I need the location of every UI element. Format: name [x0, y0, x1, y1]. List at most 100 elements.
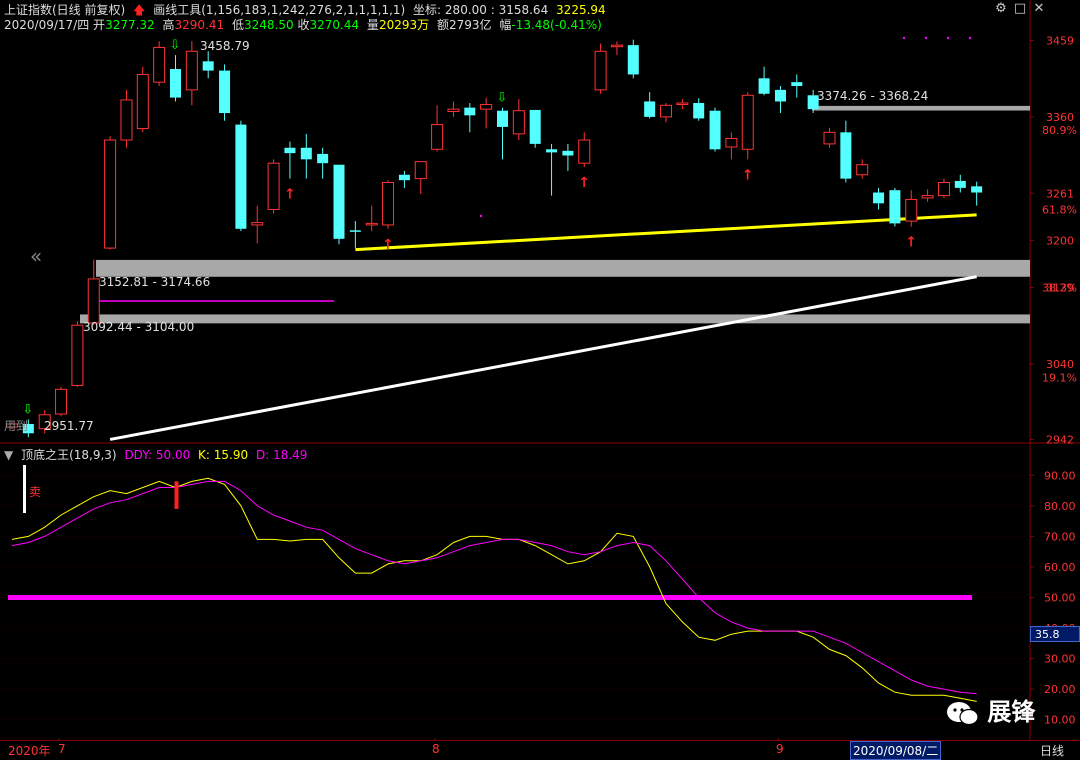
- year-label: 2020年: [8, 744, 51, 758]
- magenta-dot: [902, 36, 906, 40]
- support-band: [812, 105, 1030, 111]
- candle-body-up: [120, 99, 133, 141]
- ind-y-tick-label: 20.00: [1044, 683, 1076, 696]
- candle-body-down: [627, 45, 639, 75]
- d-value: D: 18.49: [255, 448, 308, 462]
- k-line: [11, 477, 977, 702]
- ddy-value: DDY: 50.00: [124, 448, 191, 462]
- y-tick-label: 3261: [1046, 187, 1074, 200]
- indicator-name[interactable]: 顶底之王: [21, 448, 69, 462]
- current-value-box: 35.8: [1030, 626, 1080, 642]
- candle-body-down: [840, 132, 852, 179]
- k-value: K: 15.90: [198, 448, 249, 462]
- watermark: 展锋: [945, 692, 1035, 727]
- y-tick-label: 2942: [1046, 433, 1074, 446]
- magenta-dot: [924, 36, 928, 40]
- y-tick-label: 3459: [1046, 34, 1074, 47]
- d-line: [11, 480, 977, 695]
- watermark-text: 展锋: [987, 698, 1036, 726]
- support-band: [80, 314, 1030, 324]
- candle-body-up: [921, 195, 934, 199]
- time-axis: 2020年 7 8 9 2020/09/08/二 日线: [0, 740, 1080, 760]
- price-annotation: 3092.44 - 3104.00: [83, 320, 194, 334]
- partial-text: 用到: [4, 419, 28, 433]
- candle-body-up: [55, 388, 68, 415]
- fib-pct-label: 80.9%: [1042, 124, 1077, 137]
- candle-body-down: [774, 89, 786, 102]
- candle-body-down: [546, 149, 558, 153]
- month-label-8: 8: [432, 742, 440, 756]
- y-tick-label: 3360: [1046, 111, 1074, 124]
- candle-body-down: [202, 61, 214, 71]
- candle-body-down: [709, 110, 721, 150]
- candle-body-up: [267, 162, 280, 210]
- candle-body-down: [333, 164, 345, 239]
- candle-body-down: [758, 78, 770, 94]
- ind-y-tick-label: 90.00: [1044, 469, 1076, 482]
- indicator-header: ▼ 顶底之王(18,9,3) DDY: 50.00 K: 15.90 D: 18…: [4, 446, 311, 463]
- fib-pct-label: 61.8%: [1042, 203, 1077, 216]
- y-tick-label: 3200: [1046, 234, 1074, 247]
- magenta-dot: [479, 214, 483, 218]
- candle-body-up: [185, 50, 198, 91]
- candle-body-up: [578, 139, 591, 164]
- cursor-date: 2020/09/08/二: [850, 741, 942, 760]
- candle-body-up: [741, 94, 754, 150]
- candle-body-up: [382, 181, 395, 226]
- candle-body-down: [971, 186, 983, 193]
- candle-body-down: [954, 180, 966, 188]
- candle-body-up: [856, 164, 869, 176]
- price-chart: 294230403139320032613360345919.1%38.2%61…: [0, 0, 1080, 740]
- ind-y-tick-label: 50.00: [1044, 592, 1076, 605]
- indicator-params: (18,9,3): [69, 448, 117, 462]
- y-tick-label: 3040: [1046, 358, 1074, 371]
- fib-pct-label: 38.2%: [1042, 281, 1077, 294]
- candle-body-up: [610, 44, 623, 48]
- candle-body-up: [153, 46, 166, 83]
- candle-body-up: [937, 181, 950, 197]
- candle-body-down: [219, 70, 231, 114]
- magenta-dot: [968, 36, 972, 40]
- fib-pct-label: 19.1%: [1042, 372, 1077, 385]
- candle-body-down: [300, 147, 312, 160]
- ind-y-tick-label: 60.00: [1044, 561, 1076, 574]
- buy-arrow-icon: ↑: [578, 175, 590, 191]
- yellow-trendline: [355, 213, 977, 252]
- candle-body-down: [317, 153, 329, 164]
- candle-body-up: [660, 104, 672, 118]
- ind-y-tick-label: 30.00: [1044, 653, 1076, 666]
- buy-arrow-icon: ↑: [742, 167, 754, 183]
- candle-body-down: [562, 150, 574, 156]
- support-band: [96, 259, 1030, 277]
- candle-body-up: [104, 139, 117, 249]
- price-annotation: 2951.77: [44, 419, 94, 433]
- ind-y-tick-label: 10.00: [1044, 714, 1076, 727]
- candle-body-down: [497, 110, 508, 127]
- candle-body-up: [480, 104, 493, 110]
- candle-body-up: [676, 102, 689, 105]
- candle-body-up: [431, 124, 444, 150]
- candle-body-down: [693, 102, 705, 119]
- dropdown-icon[interactable]: ▼: [4, 448, 13, 462]
- ind-y-tick-label: 80.00: [1044, 500, 1076, 513]
- candle-body-down: [873, 192, 885, 204]
- candle-body-up: [136, 73, 149, 129]
- candle-body-up: [87, 278, 100, 324]
- candle-body-down: [644, 101, 656, 117]
- candle-body-up: [414, 161, 427, 180]
- price-annotation: 3152.81 - 3174.66: [99, 275, 210, 289]
- candle-body-down: [791, 82, 803, 87]
- candle-body-up: [71, 324, 84, 386]
- month-label-7: 7: [58, 742, 66, 756]
- candle-body-up: [725, 137, 738, 148]
- sell-bar: [23, 465, 26, 513]
- sell-label: 卖: [29, 485, 41, 499]
- candle-body-up: [905, 198, 918, 222]
- sell-arrow-icon: ⇩: [22, 402, 33, 417]
- price-annotation: 3458.79: [200, 39, 250, 53]
- period-label[interactable]: 日线: [1040, 742, 1064, 759]
- candle-body-up: [823, 131, 836, 145]
- candle-body-down: [349, 230, 361, 232]
- price-annotation: 3374.26 - 3368.24: [817, 89, 928, 103]
- candle-body-down: [889, 190, 901, 224]
